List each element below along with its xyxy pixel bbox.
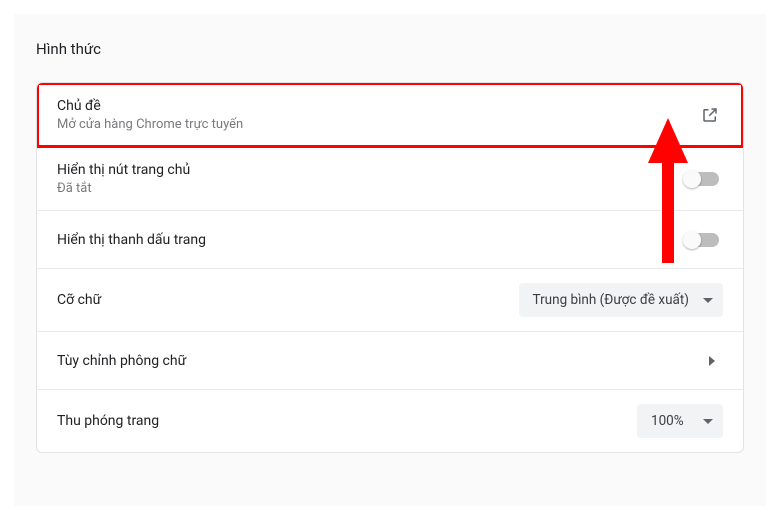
font-size-title: Cỡ chữ (57, 291, 101, 309)
home-button-subtitle: Đã tắt (57, 181, 190, 196)
theme-title: Chủ đề (57, 97, 243, 115)
caret-down-icon (703, 298, 713, 303)
toggle-knob (683, 170, 701, 188)
home-button-toggle[interactable] (685, 172, 719, 186)
settings-list: Chủ đề Mở cửa hàng Chrome trực tuyến Hiể… (36, 82, 744, 453)
settings-frame: Hình thức Chủ đề Mở cửa hàng Chrome trực… (0, 0, 780, 520)
theme-labels: Chủ đề Mở cửa hàng Chrome trực tuyến (57, 97, 243, 132)
font-size-value: Trung bình (Được đề xuất) (533, 292, 689, 308)
page-zoom-select[interactable]: 100% (637, 404, 723, 438)
theme-subtitle: Mở cửa hàng Chrome trực tuyến (57, 117, 243, 132)
page-zoom-labels: Thu phóng trang (57, 412, 159, 430)
font-size-select[interactable]: Trung bình (Được đề xuất) (519, 283, 723, 317)
bookmark-bar-row: Hiển thị thanh dấu trang (37, 211, 743, 269)
caret-down-icon (703, 419, 713, 424)
bookmark-bar-labels: Hiển thị thanh dấu trang (57, 231, 206, 249)
home-button-row: Hiển thị nút trang chủ Đã tắt (37, 147, 743, 211)
bookmark-bar-toggle[interactable] (685, 233, 719, 247)
external-link-icon (701, 106, 719, 124)
font-size-labels: Cỡ chữ (57, 291, 101, 309)
customize-fonts-labels: Tùy chỉnh phông chữ (57, 352, 186, 370)
appearance-section: Hình thức Chủ đề Mở cửa hàng Chrome trực… (14, 14, 766, 506)
customize-fonts-title: Tùy chỉnh phông chữ (57, 352, 186, 370)
page-zoom-title: Thu phóng trang (57, 412, 159, 430)
section-title: Hình thức (36, 40, 744, 58)
font-size-row: Cỡ chữ Trung bình (Được đề xuất) (37, 269, 743, 332)
home-button-title: Hiển thị nút trang chủ (57, 161, 190, 179)
customize-fonts-row[interactable]: Tùy chỉnh phông chữ (37, 332, 743, 390)
page-zoom-row: Thu phóng trang 100% (37, 390, 743, 452)
home-button-labels: Hiển thị nút trang chủ Đã tắt (57, 161, 190, 196)
bookmark-bar-title: Hiển thị thanh dấu trang (57, 231, 206, 249)
toggle-knob (683, 231, 701, 249)
page-zoom-value: 100% (651, 413, 684, 429)
chevron-right-icon (709, 356, 715, 366)
theme-row[interactable]: Chủ đề Mở cửa hàng Chrome trực tuyến (37, 83, 743, 147)
